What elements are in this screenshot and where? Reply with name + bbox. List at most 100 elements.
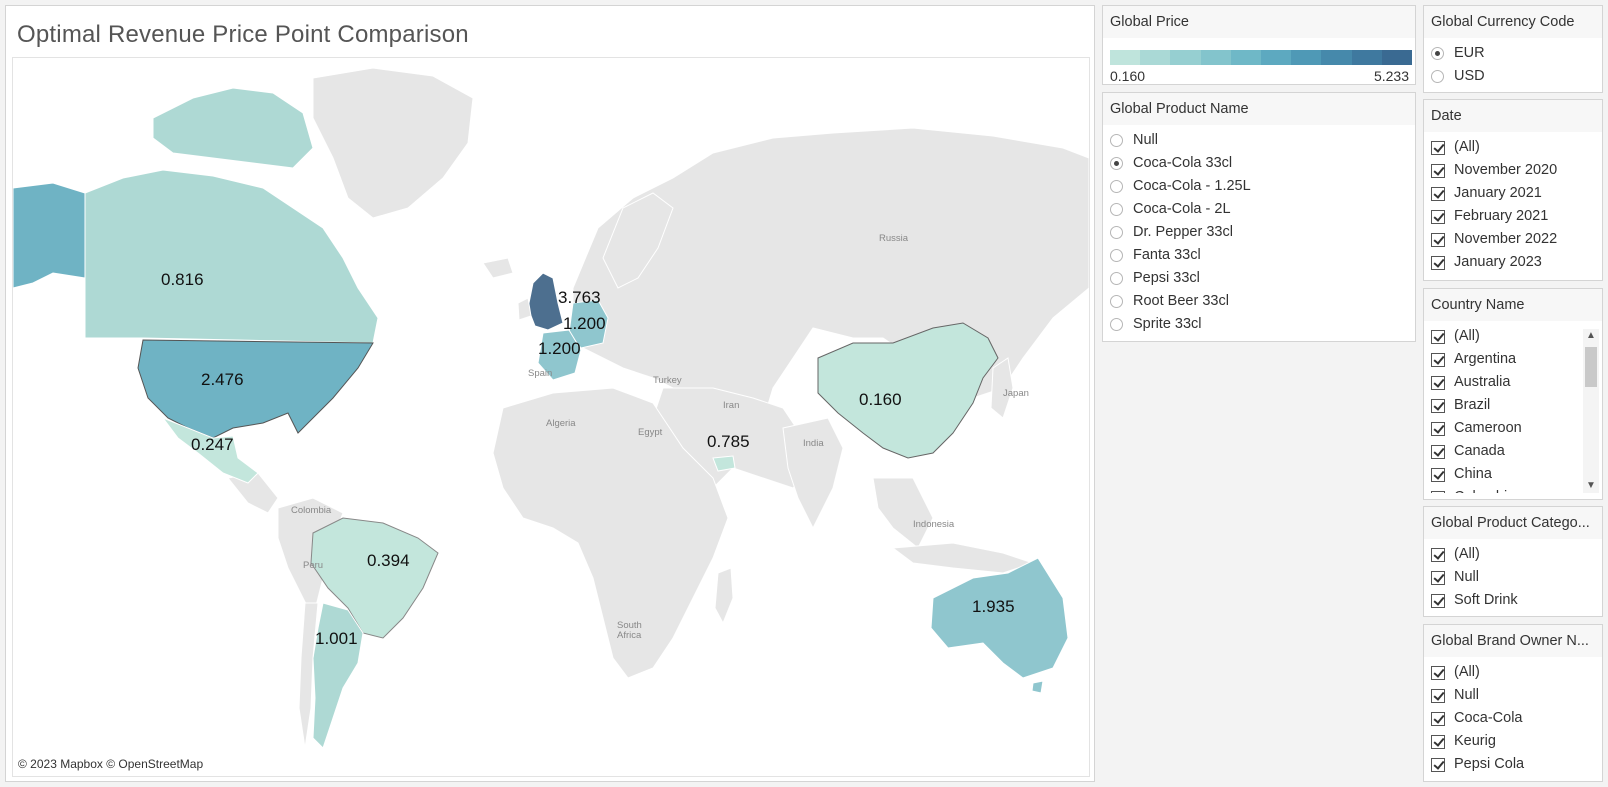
- checkbox-icon[interactable]: [1431, 421, 1445, 436]
- radio-icon[interactable]: [1110, 249, 1123, 262]
- scroll-thumb[interactable]: [1585, 347, 1597, 387]
- scroll-down-icon[interactable]: ▼: [1586, 481, 1596, 491]
- radio-icon[interactable]: [1110, 272, 1123, 285]
- region-argentina[interactable]: [312, 602, 364, 749]
- checkbox-icon[interactable]: [1431, 186, 1445, 201]
- brand-option-pepsi-cola[interactable]: Pepsi Cola: [1424, 753, 1602, 776]
- label-south-africa-2: Africa: [617, 630, 642, 641]
- product-option-coca-cola-2l[interactable]: Coca-Cola - 2L: [1103, 198, 1415, 221]
- currency-options: EUR USD: [1424, 38, 1602, 88]
- radio-icon[interactable]: [1110, 295, 1123, 308]
- region-canada[interactable]: [84, 169, 379, 344]
- checkbox-icon[interactable]: [1431, 734, 1445, 749]
- price-legend-title: Global Price: [1103, 6, 1415, 38]
- region-canada-islands[interactable]: [152, 87, 314, 169]
- region-china[interactable]: [817, 322, 999, 459]
- radio-icon[interactable]: [1431, 70, 1444, 83]
- radio-icon[interactable]: [1110, 203, 1123, 216]
- checkbox-icon[interactable]: [1431, 209, 1445, 224]
- checkbox-icon[interactable]: [1431, 140, 1445, 155]
- brand-option-null[interactable]: Null: [1424, 684, 1602, 707]
- date-option-november-2020[interactable]: November 2020: [1424, 159, 1602, 182]
- map-attribution[interactable]: © 2023 Mapbox © OpenStreetMap: [18, 757, 203, 771]
- brand-option-keurig[interactable]: Keurig: [1424, 730, 1602, 753]
- value-australia: 1.935: [972, 597, 1015, 616]
- checkbox-icon[interactable]: [1431, 352, 1445, 367]
- checkbox-icon[interactable]: [1431, 444, 1445, 459]
- country-option-colombia[interactable]: Colombia: [1424, 486, 1602, 493]
- radio-icon[interactable]: [1431, 47, 1444, 60]
- radio-icon[interactable]: [1110, 226, 1123, 239]
- country-option-cameroon[interactable]: Cameroon: [1424, 417, 1602, 440]
- region-australia[interactable]: [930, 557, 1069, 679]
- radio-icon[interactable]: [1110, 134, 1123, 147]
- country-scrollbar[interactable]: ▲ ▼: [1583, 329, 1599, 493]
- product-option-pepsi-33cl[interactable]: Pepsi 33cl: [1103, 267, 1415, 290]
- map-title: Optimal Revenue Price Point Comparison: [17, 21, 469, 48]
- value-canada: 0.816: [161, 270, 204, 289]
- radio-icon[interactable]: [1110, 180, 1123, 193]
- product-option-sprite-33cl[interactable]: Sprite 33cl: [1103, 313, 1415, 336]
- checkbox-icon[interactable]: [1431, 467, 1445, 482]
- dashboard: Optimal Revenue Price Point Comparison R…: [0, 0, 1608, 787]
- country-option-australia[interactable]: Australia: [1424, 371, 1602, 394]
- checkbox-icon[interactable]: [1431, 255, 1445, 270]
- date-option-january-2021[interactable]: January 2021: [1424, 182, 1602, 205]
- radio-icon[interactable]: [1110, 318, 1123, 331]
- legend-swatch: [1291, 50, 1322, 65]
- checkbox-icon[interactable]: [1431, 688, 1445, 703]
- country-option-canada[interactable]: Canada: [1424, 440, 1602, 463]
- checkbox-icon[interactable]: [1431, 711, 1445, 726]
- country-options[interactable]: (All) Argentina Australia Brazil Cameroon Can…: [1424, 321, 1602, 493]
- se-asia-shape: [872, 477, 934, 549]
- category-option-soft-drink[interactable]: Soft Drink: [1424, 589, 1602, 612]
- product-option-coca-cola-33cl[interactable]: Coca-Cola 33cl: [1103, 152, 1415, 175]
- checkbox-icon[interactable]: [1431, 329, 1445, 344]
- product-option-coca-cola-1-25l[interactable]: Coca-Cola - 1.25L: [1103, 175, 1415, 198]
- brand-option-label: Keurig: [1454, 733, 1496, 749]
- region-tasmania[interactable]: [1031, 680, 1044, 694]
- date-option-february-2021[interactable]: February 2021: [1424, 205, 1602, 228]
- label-egypt: Egypt: [638, 427, 663, 438]
- checkbox-icon[interactable]: [1431, 593, 1445, 608]
- product-option-label: Coca-Cola - 1.25L: [1133, 178, 1251, 194]
- country-option-all[interactable]: (All): [1424, 325, 1602, 348]
- checkbox-icon[interactable]: [1431, 570, 1445, 585]
- date-option-january-2023[interactable]: January 2023: [1424, 251, 1602, 274]
- product-option-label: Dr. Pepper 33cl: [1133, 224, 1233, 240]
- checkbox-icon[interactable]: [1431, 375, 1445, 390]
- product-option-root-beer-33cl[interactable]: Root Beer 33cl: [1103, 290, 1415, 313]
- map-svg[interactable]: Russia Spain Turkey Iran Algeria Egypt I…: [13, 58, 1089, 776]
- country-option-brazil[interactable]: Brazil: [1424, 394, 1602, 417]
- world-map[interactable]: Russia Spain Turkey Iran Algeria Egypt I…: [12, 57, 1090, 777]
- currency-option-eur[interactable]: EUR: [1424, 42, 1602, 65]
- brand-option-coca-cola[interactable]: Coca-Cola: [1424, 707, 1602, 730]
- checkbox-icon[interactable]: [1431, 490, 1445, 493]
- checkbox-icon[interactable]: [1431, 232, 1445, 247]
- scroll-up-icon[interactable]: ▲: [1586, 331, 1596, 341]
- product-option-null[interactable]: Null: [1103, 129, 1415, 152]
- greenland-shape: [312, 67, 474, 219]
- product-option-dr-pepper-33cl[interactable]: Dr. Pepper 33cl: [1103, 221, 1415, 244]
- country-option-argentina[interactable]: Argentina: [1424, 348, 1602, 371]
- currency-option-usd[interactable]: USD: [1424, 65, 1602, 88]
- product-option-fanta-33cl[interactable]: Fanta 33cl: [1103, 244, 1415, 267]
- brand-filter-panel: Global Brand Owner N... (All) Null Coca-Co…: [1423, 624, 1603, 782]
- country-option-label: Canada: [1454, 443, 1505, 459]
- checkbox-icon[interactable]: [1431, 665, 1445, 680]
- category-option-null[interactable]: Null: [1424, 566, 1602, 589]
- country-option-label: Australia: [1454, 374, 1511, 390]
- country-option-china[interactable]: China: [1424, 463, 1602, 486]
- checkbox-icon[interactable]: [1431, 547, 1445, 562]
- region-alaska[interactable]: [13, 182, 86, 289]
- brand-option-label: Pepsi Cola: [1454, 756, 1525, 772]
- country-option-label: Cameroon: [1454, 420, 1522, 436]
- checkbox-icon[interactable]: [1431, 163, 1445, 178]
- checkbox-icon[interactable]: [1431, 757, 1445, 772]
- category-option-all[interactable]: (All): [1424, 543, 1602, 566]
- date-option-all[interactable]: (All): [1424, 136, 1602, 159]
- checkbox-icon[interactable]: [1431, 398, 1445, 413]
- radio-icon[interactable]: [1110, 157, 1123, 170]
- date-option-november-2022[interactable]: November 2022: [1424, 228, 1602, 251]
- brand-option-all[interactable]: (All): [1424, 661, 1602, 684]
